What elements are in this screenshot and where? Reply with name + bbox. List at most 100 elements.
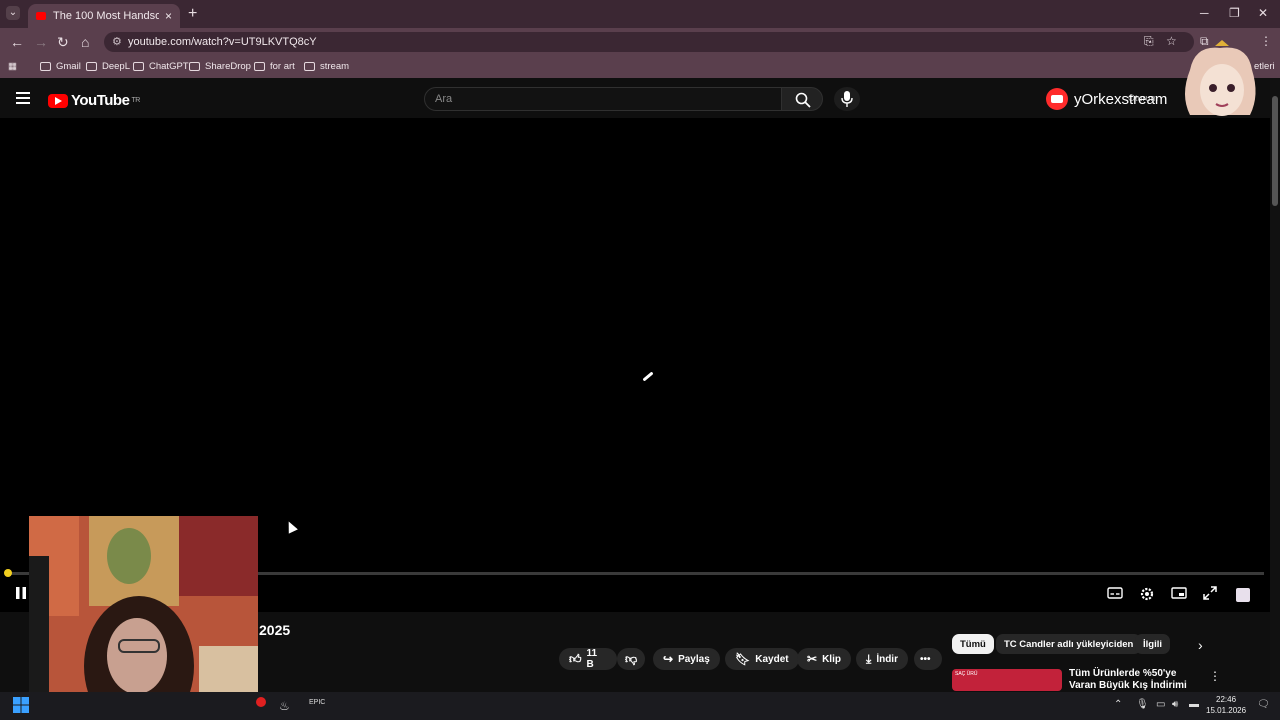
minimize-button[interactable]: ─: [1200, 6, 1209, 20]
thumbnail-label: SAÇ ÜRÜ: [955, 671, 978, 677]
chip-all[interactable]: Tümü: [952, 634, 994, 654]
site-info-icon[interactable]: ⚙: [112, 32, 122, 52]
youtube-logo[interactable]: YouTube TR: [48, 92, 140, 109]
battery-icon[interactable]: ▬: [1189, 699, 1199, 710]
folder-icon: [254, 62, 265, 71]
chips-next-icon[interactable]: ›: [1198, 637, 1203, 653]
search-input[interactable]: Ara: [424, 87, 782, 111]
miniplayer-button[interactable]: [1171, 586, 1189, 602]
menu-icon[interactable]: [16, 92, 30, 104]
bookmark-label: stream: [320, 61, 350, 72]
download-label: İndir: [876, 653, 898, 665]
bookmark-folder-for-art[interactable]: for art: [254, 61, 295, 72]
folder-icon: [304, 62, 315, 71]
subtitles-button[interactable]: [1107, 586, 1125, 602]
chip-related[interactable]: İlgili: [1135, 634, 1170, 654]
volume-icon[interactable]: 🔊︎: [1172, 699, 1178, 710]
forward-button[interactable]: →: [34, 34, 48, 50]
tab-title: The 100 Most Handsome Faces: [53, 10, 159, 22]
address-url: youtube.com/watch?v=UT9LKVTQ8cY: [128, 36, 317, 48]
bookmark-star-icon[interactable]: ☆: [1166, 34, 1177, 48]
back-button[interactable]: ←: [10, 34, 24, 50]
share-label: Paylaş: [678, 653, 710, 665]
tray-overflow-icon[interactable]: ⌃: [1114, 699, 1122, 710]
apps-grid-icon[interactable]: ▦: [8, 61, 17, 72]
voice-search-button[interactable]: [834, 87, 860, 111]
address-bar[interactable]: ⚙ youtube.com/watch?v=UT9LKVTQ8cY: [104, 32, 1194, 52]
recommendation-thumbnail[interactable]: SAÇ ÜRÜ: [952, 669, 1062, 691]
clip-label: Klip: [822, 653, 841, 665]
search-button[interactable]: [781, 87, 823, 111]
subtitles-icon: [1107, 587, 1123, 599]
reload-button[interactable]: ↻: [57, 34, 69, 51]
bookmark-chatgpt[interactable]: ChatGPT: [133, 61, 189, 72]
progress-scrubber[interactable]: [4, 569, 12, 577]
bookmark-gmail[interactable]: Gmail: [40, 61, 81, 72]
windows-logo-icon: [13, 697, 29, 713]
chip-uploader[interactable]: TC Candler adlı yükleyiciden: [996, 634, 1142, 654]
home-button[interactable]: ⌂: [81, 34, 89, 50]
settings-button[interactable]: [1139, 586, 1157, 602]
bookmark-label: ShareDrop: [205, 61, 251, 72]
bookmark-label: DeepL: [102, 61, 130, 72]
install-app-icon[interactable]: ⎘: [1144, 34, 1154, 49]
share-icon: ↪: [663, 652, 674, 666]
save-label: Kaydet: [755, 653, 789, 665]
youtube-play-icon: [48, 93, 68, 108]
logo-region: TR: [131, 97, 140, 104]
network-icon[interactable]: ▭: [1156, 699, 1165, 710]
bookmark-sharedrop[interactable]: ShareDrop: [189, 61, 251, 72]
gmail-icon: [40, 62, 51, 71]
clip-button[interactable]: ✂ Klip: [797, 648, 851, 670]
new-tab-button[interactable]: +: [188, 5, 197, 23]
like-button[interactable]: 👍︎ 11 B: [559, 648, 617, 670]
microphone-icon: [841, 91, 853, 107]
thumbs-up-icon: 👍︎: [569, 651, 582, 666]
start-button[interactable]: [13, 697, 29, 713]
notification-badge: [256, 697, 266, 707]
logo-text: YouTube: [71, 92, 130, 109]
sharedrop-icon: [189, 62, 200, 71]
chatgpt-icon: [133, 62, 144, 71]
bookmark-deepl[interactable]: DeepL: [86, 61, 130, 72]
epic-games-icon[interactable]: EPIC: [309, 699, 325, 706]
youtube-favicon-icon: [36, 12, 46, 20]
browser-menu-icon[interactable]: ⋮: [1260, 34, 1272, 48]
bookmark-icon: 🔖︎: [735, 652, 751, 666]
scrollbar-thumb[interactable]: [1272, 96, 1278, 206]
stream-channel-overlay: yOrkexstream: [1046, 88, 1167, 110]
windows-taskbar: [0, 692, 1280, 720]
microphone-tray-icon[interactable]: 🎙︎: [1136, 699, 1149, 710]
channel-overlay-name: yOrkexstream: [1074, 90, 1168, 108]
restore-button[interactable]: ❐: [1229, 6, 1240, 20]
dislike-button[interactable]: 👎︎: [617, 648, 645, 670]
tab-list-button[interactable]: ⌄: [6, 6, 20, 20]
pause-icon: [16, 587, 26, 599]
download-button[interactable]: ⤓ İndir: [856, 648, 908, 670]
save-button[interactable]: 🔖︎ Kaydet: [725, 648, 799, 670]
more-actions-button[interactable]: •••: [914, 648, 942, 670]
miniplayer-icon: [1171, 587, 1187, 599]
download-icon: ⤓: [866, 651, 872, 666]
like-count: 11 B: [586, 648, 598, 670]
bookmark-label: ChatGPT: [149, 61, 189, 72]
browser-tab[interactable]: The 100 Most Handsome Faces ×: [28, 4, 180, 28]
bookmark-label: Gmail: [56, 61, 81, 72]
steam-icon[interactable]: ♨: [279, 699, 290, 713]
close-window-button[interactable]: ✕: [1258, 6, 1268, 20]
share-button[interactable]: ↪ Paylaş: [653, 648, 720, 670]
tab-close-button[interactable]: ×: [165, 9, 172, 23]
thumbs-down-icon: 👎︎: [625, 651, 638, 666]
notifications-icon[interactable]: 🗨︎: [1257, 699, 1270, 710]
clock-time: 22:46: [1216, 695, 1237, 704]
clock-date: 15.01.2026: [1206, 706, 1247, 715]
bookmark-folder-stream[interactable]: stream: [304, 61, 349, 72]
deepl-icon: [86, 62, 97, 71]
recommendation-menu-icon[interactable]: ⋮: [1209, 669, 1221, 683]
overlay-widget-icon: [1236, 588, 1250, 602]
video-title: 2025: [259, 622, 291, 638]
taskbar-clock[interactable]: 22:46 15.01.2026: [1206, 694, 1246, 716]
fullscreen-button[interactable]: [1203, 586, 1221, 602]
youtube-circle-icon: [1046, 88, 1068, 110]
gear-icon: [1140, 587, 1154, 601]
